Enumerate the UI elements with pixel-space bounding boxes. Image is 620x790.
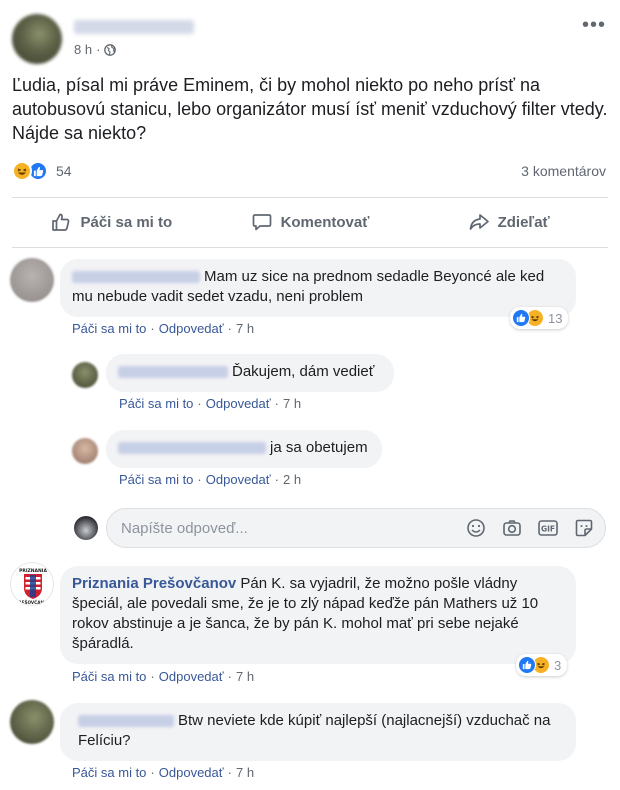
- comment-like-link[interactable]: Páči sa mi to: [72, 669, 146, 684]
- author-avatar[interactable]: [12, 14, 62, 64]
- comment-time[interactable]: 7 h: [236, 321, 254, 336]
- comment-reactions[interactable]: 3: [516, 654, 568, 676]
- comment-actions: Páči sa mi to · Odpovedať · 7 h: [72, 765, 255, 780]
- comment-reply-link[interactable]: Odpovedať: [159, 321, 224, 336]
- reply-input-placeholder: Napíšte odpoveď...: [121, 520, 248, 537]
- like-reaction-icon: [518, 656, 536, 674]
- divider: [12, 197, 608, 198]
- comment-like-link[interactable]: Páči sa mi to: [72, 321, 146, 336]
- camera-icon[interactable]: [501, 517, 523, 539]
- comment-bubble: Btw neviete kde kúpiť najlepší (najlacne…: [60, 703, 576, 761]
- gif-icon[interactable]: GIF: [537, 517, 559, 539]
- reply-actions: Páči sa mi to · Odpovedať · 2 h: [119, 472, 302, 487]
- share-arrow-icon: [469, 214, 489, 230]
- comment-label: Komentovať: [280, 213, 370, 231]
- comment-time[interactable]: 7 h: [236, 669, 254, 684]
- reaction-count[interactable]: 54: [56, 163, 72, 179]
- comment-avatar[interactable]: [10, 258, 54, 302]
- commenter-name-blurred[interactable]: [78, 715, 174, 728]
- reaction-count: 3: [554, 657, 562, 673]
- svg-text:GIF: GIF: [541, 525, 555, 534]
- like-reaction-icon: [512, 309, 530, 327]
- reply-text: ja sa obetujem: [270, 439, 368, 456]
- globe-icon: [104, 43, 117, 56]
- svg-text:PRIZNANIA: PRIZNANIA: [19, 568, 47, 574]
- reply-time[interactable]: 2 h: [283, 472, 301, 487]
- svg-text:PREŠOVČANOV: PREŠOVČANOV: [15, 600, 51, 605]
- reply-bubble: Ďakujem, dám vedieť: [106, 354, 394, 392]
- comment-actions: Páči sa mi to · Odpovedať · 7 h: [72, 669, 255, 684]
- author-name-blurred[interactable]: [74, 20, 194, 34]
- comment-reactions[interactable]: 13: [510, 307, 569, 329]
- reply-bubble: ja sa obetujem: [106, 430, 382, 468]
- post-timestamp[interactable]: 8 h: [74, 42, 92, 57]
- comment-actions: Páči sa mi to · Odpovedať · 7 h: [72, 321, 255, 336]
- comments-count[interactable]: 3 komentárov: [521, 163, 606, 179]
- reply-input[interactable]: Napíšte odpoveď... GIF: [106, 508, 606, 548]
- current-user-avatar: [74, 516, 98, 540]
- post-text: Ľudia, písal mi práve Eminem, či by moho…: [12, 75, 608, 143]
- commenter-name-blurred[interactable]: [72, 271, 200, 284]
- comment-time[interactable]: 7 h: [236, 765, 254, 780]
- reply-reply-link[interactable]: Odpovedať: [206, 396, 271, 411]
- share-button[interactable]: Zdieľať: [409, 200, 608, 244]
- reply-like-link[interactable]: Páči sa mi to: [119, 472, 193, 487]
- speech-bubble-icon: [252, 214, 271, 231]
- comment-avatar[interactable]: [10, 700, 54, 744]
- like-button[interactable]: Páči sa mi to: [12, 200, 211, 244]
- reply-actions: Páči sa mi to · Odpovedať · 7 h: [119, 396, 302, 411]
- more-options-icon[interactable]: •••: [582, 15, 606, 35]
- post-header: 8 h · •••: [12, 14, 608, 64]
- replier-name-blurred[interactable]: [118, 442, 266, 455]
- page-avatar[interactable]: PRIZNANIA PREŠOVČANOV: [10, 562, 54, 606]
- comment-reply-link[interactable]: Odpovedať: [159, 669, 224, 684]
- comment-button[interactable]: Komentovať: [211, 200, 410, 244]
- comment-bubble: Mam uz sice na prednom sedadle Beyoncé a…: [60, 259, 576, 317]
- divider: [12, 247, 608, 248]
- reply-like-link[interactable]: Páči sa mi to: [119, 396, 193, 411]
- like-label: Páči sa mi to: [80, 213, 173, 231]
- reply-avatar[interactable]: [72, 362, 98, 388]
- comment-like-link[interactable]: Páči sa mi to: [72, 765, 146, 780]
- comment-reply-link[interactable]: Odpovedať: [159, 765, 224, 780]
- emoji-icon[interactable]: [465, 517, 487, 539]
- thumbs-up-icon: [52, 213, 70, 231]
- reaction-count: 13: [548, 310, 563, 326]
- post-meta: 8 h ·: [74, 42, 117, 57]
- coat-of-arms-logo: PRIZNANIA PREŠOVČANOV: [15, 568, 51, 605]
- sticker-icon[interactable]: [573, 517, 595, 539]
- reply-input-tools: GIF: [465, 517, 595, 539]
- commenter-name[interactable]: Priznania Prešovčanov: [72, 575, 236, 592]
- share-label: Zdieľať: [497, 213, 550, 231]
- reply-text: Ďakujem, dám vedieť: [232, 363, 375, 380]
- comment-bubble: Priznania Prešovčanov Pán K. sa vyjadril…: [60, 566, 576, 664]
- reaction-icons[interactable]: [12, 161, 48, 181]
- reactions-summary: 54 3 komentárov: [12, 159, 608, 185]
- reply-time[interactable]: 7 h: [283, 396, 301, 411]
- reply-reply-link[interactable]: Odpovedať: [206, 472, 271, 487]
- reply-avatar[interactable]: [72, 438, 98, 464]
- haha-reaction-icon: [12, 161, 32, 181]
- post-actions: Páči sa mi to Komentovať Zdieľať: [12, 200, 608, 244]
- replier-name-blurred[interactable]: [118, 366, 228, 379]
